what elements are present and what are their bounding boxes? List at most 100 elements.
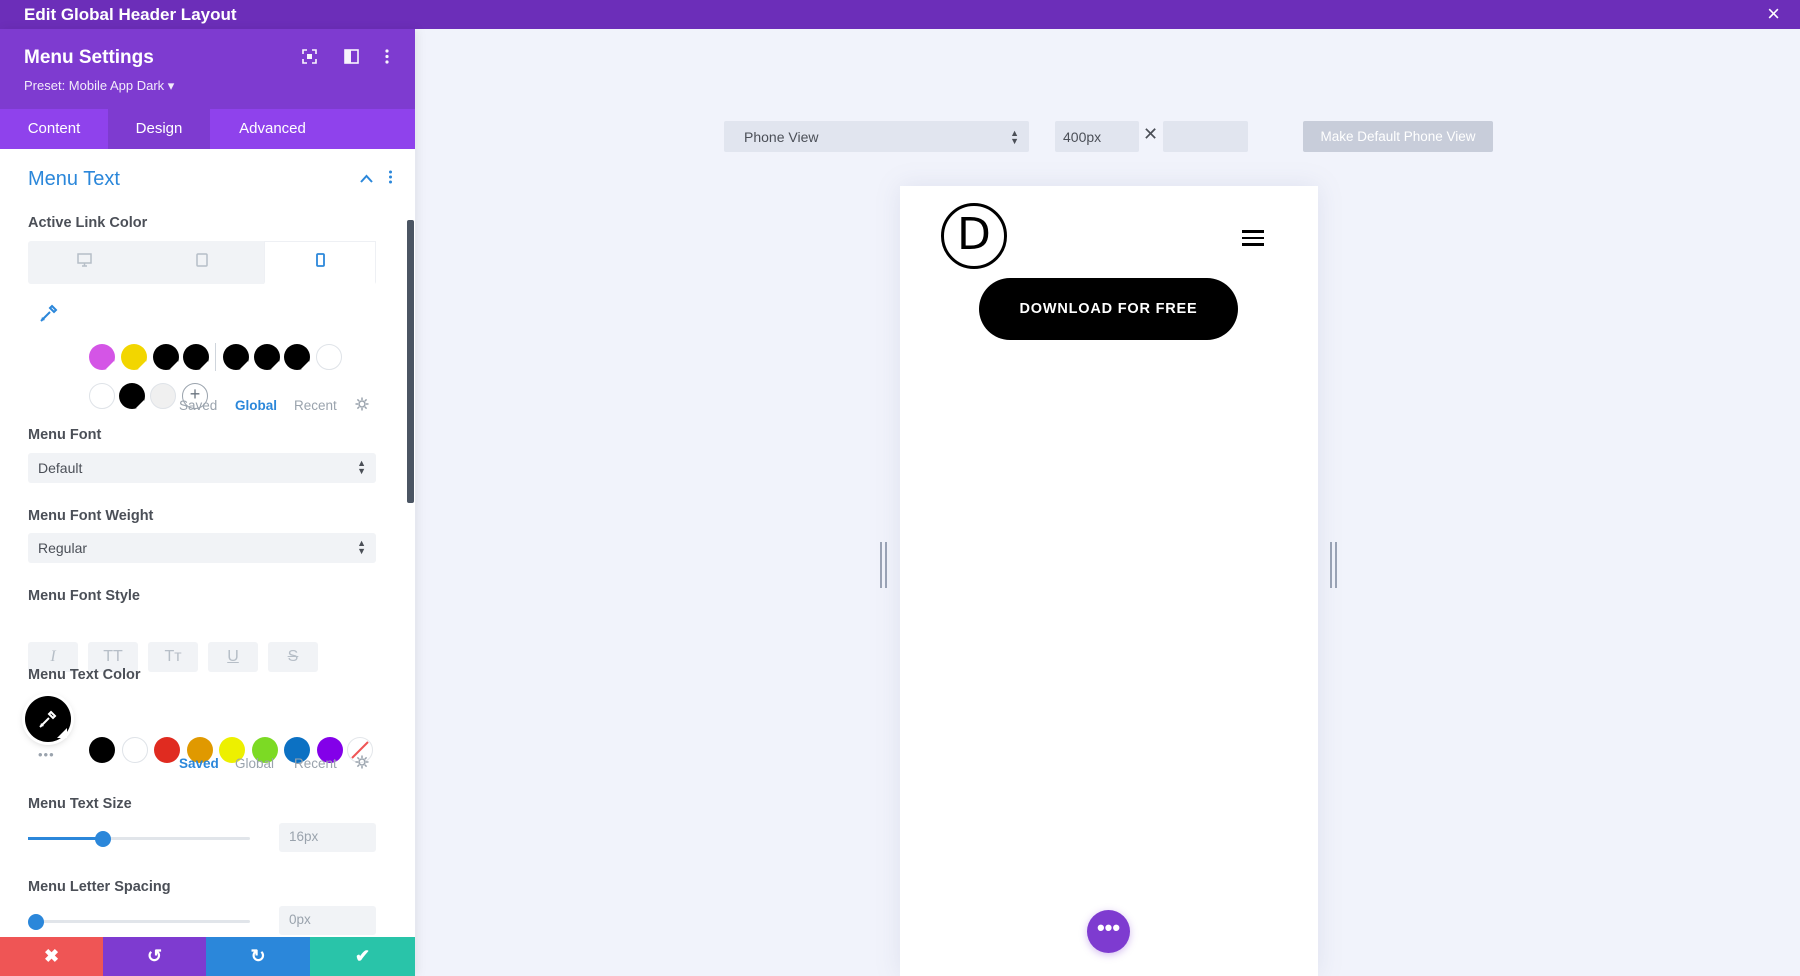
view-mode-value: Phone View (744, 129, 819, 145)
palette-tab-recent[interactable]: Recent (294, 398, 337, 413)
window-title: Edit Global Header Layout (24, 5, 237, 24)
section-options-icon[interactable] (388, 170, 393, 187)
width-input[interactable]: 400px (1055, 121, 1139, 152)
color-swatch[interactable] (121, 737, 148, 763)
color-swatch[interactable] (89, 383, 115, 409)
eyedropper-icon (37, 708, 59, 735)
palette-tab-recent[interactable]: Recent (294, 756, 337, 771)
cancel-button[interactable]: ✖ (0, 937, 103, 976)
tablet-tab[interactable] (146, 241, 258, 284)
select-arrows-icon: ▲ ▼ (357, 458, 366, 476)
select-arrows-icon: ▲ ▼ (1010, 128, 1019, 146)
color-swatch[interactable] (183, 344, 209, 370)
redo-icon: ↻ (250, 946, 266, 966)
menu-font-weight-value: Regular (38, 540, 88, 556)
panel-title: Menu Settings (24, 47, 154, 68)
active-link-palette-tabs: Saved Global Recent (179, 397, 379, 416)
menu-text-size-input[interactable]: 16px (279, 823, 376, 852)
palette-tab-saved[interactable]: Saved (179, 398, 217, 413)
color-swatch[interactable] (284, 344, 310, 370)
undo-icon: ↺ (146, 946, 163, 966)
color-swatch[interactable] (121, 344, 147, 370)
palette-tab-global[interactable]: Global (235, 398, 277, 413)
menu-text-color-label: Menu Text Color (28, 667, 141, 683)
resize-handle-right[interactable] (1330, 542, 1338, 588)
slider-handle[interactable] (28, 913, 44, 930)
palette-settings-icon[interactable] (355, 755, 369, 772)
action-bar: ✖ ↺ ↻ ✔ (0, 937, 415, 976)
phone-preview: D DOWNLOAD FOR FREE ••• (900, 186, 1318, 976)
strikethrough-button[interactable]: S (268, 642, 318, 672)
settings-panel: Menu Settings Preset: Mobile App Dark ▾ … (0, 29, 415, 976)
menu-font-weight-label: Menu Font Weight (28, 508, 154, 524)
preset-selector[interactable]: Preset: Mobile App Dark ▾ (24, 78, 174, 94)
phone-icon (315, 252, 325, 272)
palette-settings-icon[interactable] (355, 397, 369, 414)
close-icon: ✖ (43, 946, 60, 966)
close-icon[interactable]: × (1767, 2, 1780, 26)
check-icon: ✔ (354, 946, 371, 966)
slider-fill (28, 837, 104, 840)
tab-design[interactable]: Design (108, 109, 210, 149)
height-input[interactable] (1163, 121, 1248, 152)
view-mode-select[interactable]: Phone View ▲ ▼ (724, 121, 1029, 152)
color-swatch[interactable] (119, 383, 145, 409)
current-color-eyedropper[interactable] (25, 696, 71, 742)
select-arrows-icon: ▲ ▼ (357, 538, 366, 556)
resize-handle-left[interactable] (880, 542, 888, 588)
color-swatch[interactable] (150, 383, 176, 409)
tablet-icon (196, 253, 208, 272)
more-colors-icon[interactable]: ••• (38, 747, 55, 762)
undo-button[interactable]: ↺ (103, 937, 206, 976)
menu-font-select[interactable]: Default ▲ ▼ (28, 453, 376, 483)
swatch-divider (215, 343, 216, 371)
palette-tab-saved[interactable]: Saved (179, 756, 219, 771)
panel-header: Menu Settings Preset: Mobile App Dark ▾ (0, 29, 415, 109)
desktop-icon (76, 253, 92, 272)
make-default-view-button[interactable]: Make Default Phone View (1303, 121, 1493, 152)
menu-text-size-label: Menu Text Size (28, 796, 132, 812)
menu-font-style-label: Menu Font Style (28, 588, 140, 604)
phone-tab[interactable] (264, 241, 376, 284)
color-swatch[interactable] (153, 344, 179, 370)
times-icon: ✕ (1143, 124, 1159, 144)
color-swatch[interactable] (154, 737, 180, 763)
floating-options-button[interactable]: ••• (1087, 910, 1130, 953)
hamburger-menu-icon[interactable] (1242, 230, 1264, 246)
window-titlebar: Edit Global Header Layout × (0, 0, 1800, 29)
eyedropper-icon[interactable] (38, 302, 60, 329)
palette-tab-global[interactable]: Global (235, 756, 274, 771)
underline-button[interactable]: U (208, 642, 258, 672)
download-button[interactable]: DOWNLOAD FOR FREE (979, 278, 1238, 340)
save-button[interactable]: ✔ (310, 937, 415, 976)
text-color-palette-tabs: Saved Global Recent (179, 755, 379, 774)
capitalize-button[interactable]: Tт (148, 642, 198, 672)
color-swatch[interactable] (316, 344, 342, 370)
more-options-icon[interactable] (384, 49, 390, 68)
tab-content[interactable]: Content (0, 109, 108, 149)
redo-button[interactable]: ↻ (206, 937, 310, 976)
color-swatch[interactable] (223, 344, 249, 370)
chevron-up-icon[interactable] (360, 170, 373, 186)
site-logo[interactable]: D (941, 203, 1007, 269)
slider-handle[interactable] (95, 830, 112, 847)
color-swatch[interactable] (89, 344, 115, 370)
color-swatch[interactable] (89, 737, 115, 763)
tab-advanced[interactable]: Advanced (210, 109, 335, 149)
responsive-tabs (28, 241, 376, 284)
menu-font-weight-select[interactable]: Regular ▲ ▼ (28, 533, 376, 563)
panel-tabs: Content Design Advanced (0, 109, 415, 149)
active-link-color-label: Active Link Color (28, 215, 148, 231)
fullscreen-icon[interactable] (302, 49, 317, 68)
color-swatch[interactable] (254, 344, 280, 370)
panel-scrollbar[interactable] (407, 220, 414, 503)
menu-letter-spacing-label: Menu Letter Spacing (28, 879, 171, 895)
menu-font-label: Menu Font (28, 427, 102, 443)
menu-text-size-slider[interactable] (28, 830, 250, 847)
section-title[interactable]: Menu Text (28, 168, 120, 191)
split-view-icon[interactable] (344, 49, 359, 68)
desktop-tab[interactable] (28, 241, 140, 284)
menu-letter-spacing-input[interactable]: 0px (279, 906, 376, 935)
menu-font-value: Default (38, 460, 83, 476)
menu-letter-spacing-slider[interactable] (28, 913, 250, 930)
